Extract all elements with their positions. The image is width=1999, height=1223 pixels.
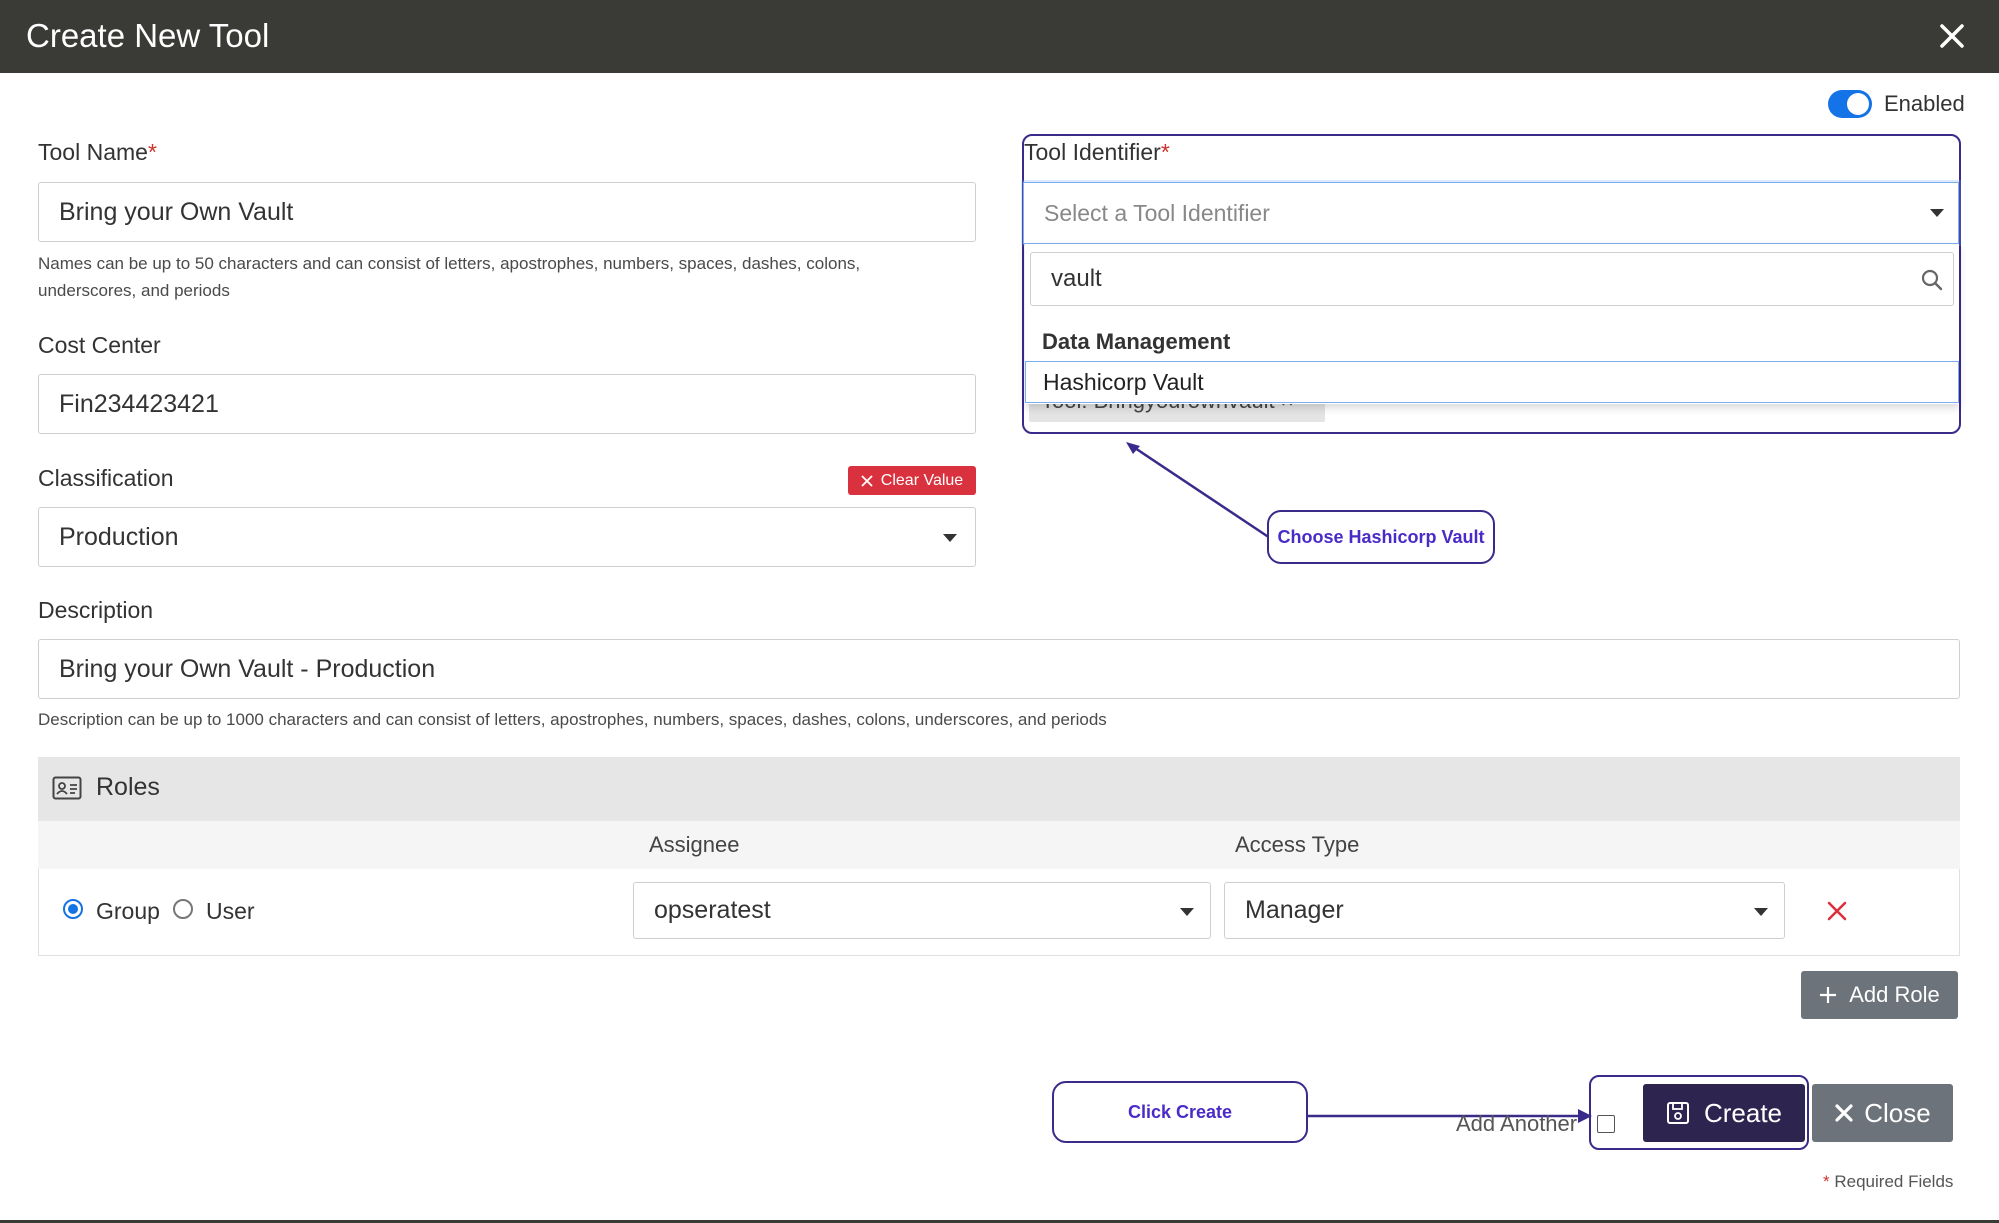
click-create-callout: Click Create bbox=[1052, 1081, 1308, 1143]
tool-identifier-search-input[interactable]: vault bbox=[1030, 252, 1954, 306]
assignee-select[interactable]: opseratest bbox=[633, 882, 1211, 939]
search-value: vault bbox=[1051, 265, 1102, 292]
create-button[interactable]: Create bbox=[1643, 1084, 1805, 1142]
add-another-label: Add Another bbox=[1456, 1111, 1578, 1136]
user-radio-label: User bbox=[206, 898, 255, 924]
enabled-label: Enabled bbox=[1884, 91, 1965, 116]
remove-role-icon[interactable] bbox=[1826, 900, 1848, 927]
chevron-down-icon bbox=[1930, 209, 1944, 217]
access-type-column-label: Access Type bbox=[1235, 832, 1360, 857]
dropdown-group-heading: Data Management bbox=[1042, 329, 1231, 354]
tool-identifier-label: Tool Identifier* bbox=[1024, 139, 1170, 165]
id-card-icon bbox=[52, 776, 82, 800]
tool-name-label: Tool Name* bbox=[38, 139, 157, 165]
cost-center-label: Cost Center bbox=[38, 332, 161, 358]
description-help: Description can be up to 1000 characters… bbox=[38, 710, 1107, 729]
add-role-label: Add Role bbox=[1849, 982, 1940, 1007]
classification-value: Production bbox=[59, 522, 179, 551]
description-input[interactable]: Bring your Own Vault - Production bbox=[38, 639, 1960, 699]
access-type-value: Manager bbox=[1245, 896, 1344, 924]
classification-label: Classification bbox=[38, 465, 174, 491]
enabled-toggle[interactable] bbox=[1828, 90, 1872, 118]
callout-arrow bbox=[1126, 442, 1271, 540]
close-icon[interactable] bbox=[1936, 18, 1968, 54]
dropdown-option-hashicorp-vault[interactable]: Hashicorp Vault bbox=[1025, 361, 1959, 403]
choose-vault-callout: Choose Hashicorp Vault bbox=[1267, 510, 1495, 564]
plus-icon bbox=[1820, 987, 1837, 1003]
tool-name-help: Names can be up to 50 characters and can… bbox=[38, 254, 861, 300]
classification-select[interactable]: Production bbox=[38, 507, 976, 567]
close-icon bbox=[861, 474, 873, 487]
chevron-down-icon bbox=[943, 534, 957, 542]
search-icon bbox=[1921, 269, 1943, 291]
add-another-checkbox[interactable] bbox=[1597, 1115, 1615, 1133]
clear-value-label: Clear Value bbox=[880, 471, 964, 489]
cost-center-input[interactable]: Fin234423421 bbox=[38, 374, 976, 434]
close-icon bbox=[1835, 1104, 1853, 1122]
close-button[interactable]: Close bbox=[1812, 1084, 1953, 1142]
chevron-down-icon bbox=[1180, 908, 1194, 916]
access-type-select[interactable]: Manager bbox=[1224, 882, 1785, 939]
chevron-down-icon bbox=[1754, 908, 1768, 916]
roles-header bbox=[38, 757, 1960, 821]
clear-value-button[interactable]: Clear Value bbox=[848, 466, 976, 495]
roles-title: Roles bbox=[96, 773, 160, 801]
modal-title: Create New Tool bbox=[26, 17, 270, 54]
modal-header bbox=[0, 0, 1999, 73]
assignee-value: opseratest bbox=[654, 896, 771, 924]
roles-column-header bbox=[38, 821, 1960, 869]
save-icon bbox=[1666, 1102, 1689, 1124]
assignee-column-label: Assignee bbox=[649, 832, 740, 857]
close-label: Close bbox=[1864, 1097, 1931, 1128]
group-radio[interactable] bbox=[63, 899, 83, 919]
tool-identifier-placeholder: Select a Tool Identifier bbox=[1044, 199, 1270, 226]
user-radio[interactable] bbox=[173, 899, 193, 919]
create-label: Create bbox=[1703, 1097, 1783, 1128]
required-fields-note: * Required Fields bbox=[1823, 1172, 1954, 1191]
tool-name-input[interactable]: Bring your Own Vault bbox=[38, 182, 976, 242]
description-label: Description bbox=[38, 597, 154, 623]
tool-identifier-select[interactable]: Select a Tool Identifier bbox=[1023, 182, 1959, 244]
add-role-button[interactable]: Add Role bbox=[1801, 971, 1958, 1019]
group-radio-label: Group bbox=[96, 898, 160, 924]
